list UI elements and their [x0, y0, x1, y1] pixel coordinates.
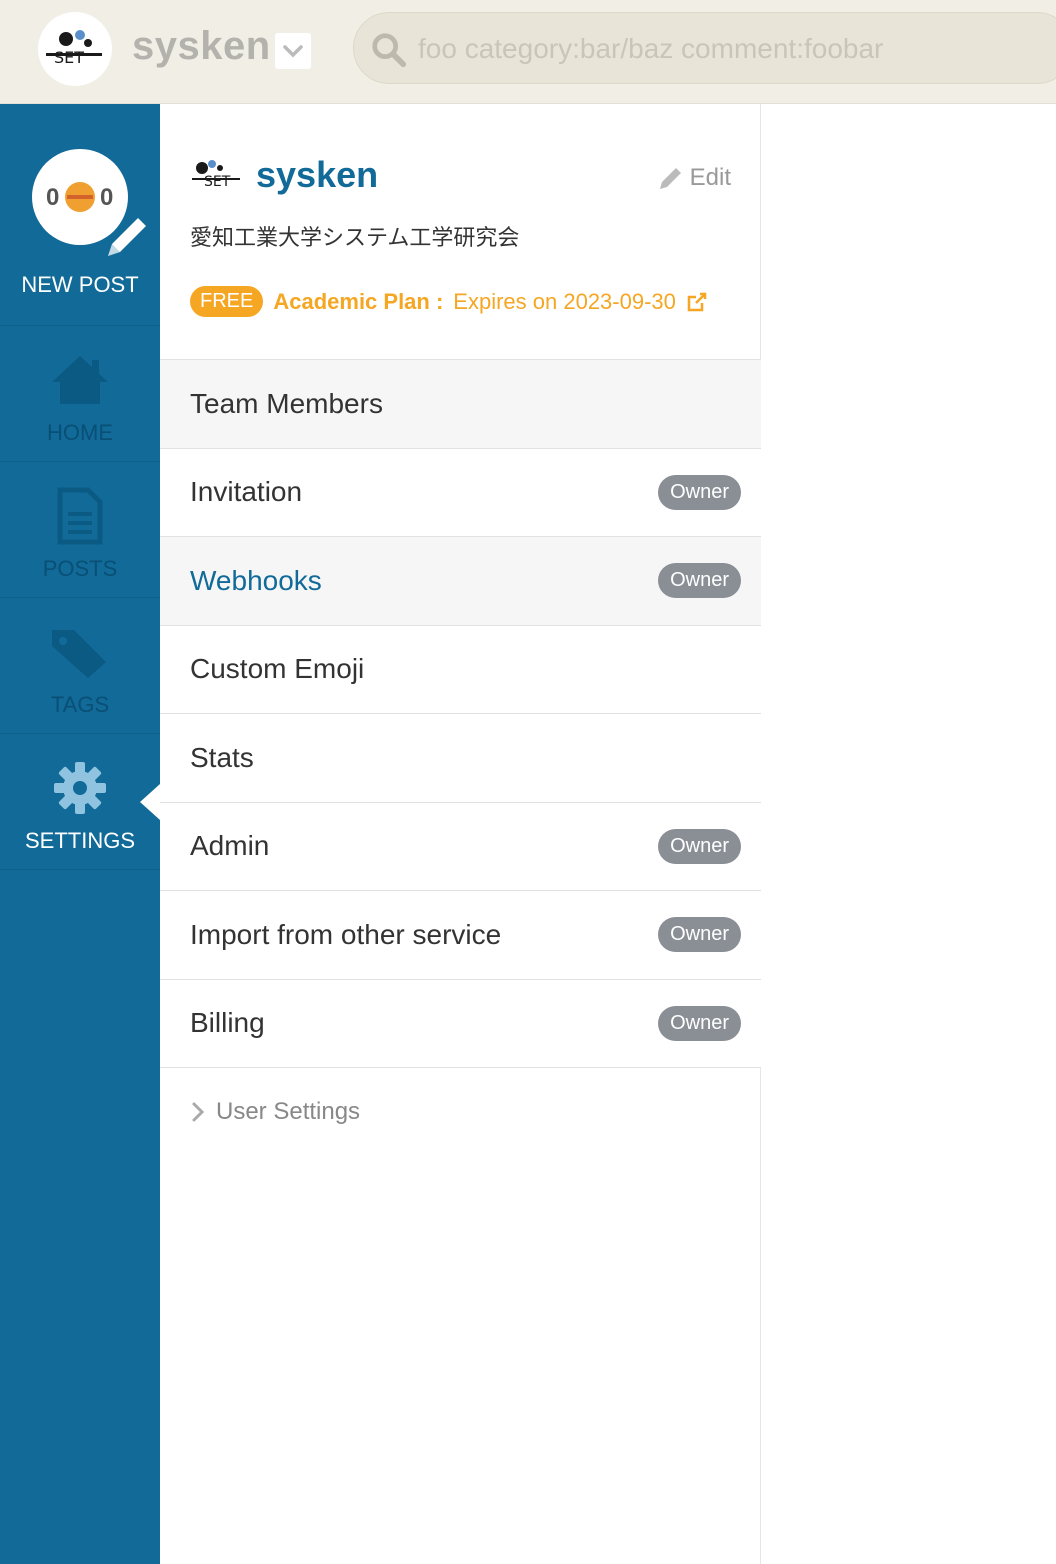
- search-input[interactable]: [418, 27, 1038, 71]
- home-icon: [46, 350, 114, 410]
- nav-home[interactable]: HOME: [0, 326, 160, 462]
- menu-team-members[interactable]: Team Members: [160, 360, 761, 449]
- owner-badge: Owner: [658, 563, 741, 598]
- nav-settings-label: SETTINGS: [24, 828, 135, 853]
- menu-stats[interactable]: Stats: [160, 714, 761, 803]
- nav-posts[interactable]: POSTS: [0, 462, 160, 598]
- gear-icon: [46, 758, 114, 818]
- plan-expiry: Expires on 2023-09-30: [453, 288, 676, 314]
- menu-item-label: Stats: [190, 741, 254, 773]
- menu-item-label: Custom Emoji: [190, 653, 365, 685]
- team-logo[interactable]: SET: [38, 12, 112, 86]
- pencil-icon: [108, 218, 146, 256]
- menu-billing[interactable]: Billing Owner: [160, 979, 761, 1068]
- owner-badge: Owner: [658, 1005, 741, 1041]
- team-logo-icon: SET: [46, 30, 102, 67]
- team-info: SET sysken Edit 愛知工業大学システム工学研究会 FREE Aca…: [160, 104, 761, 360]
- search-bar: [353, 12, 1056, 84]
- new-post-button[interactable]: 0 0 NEW POST: [0, 104, 160, 326]
- user-settings-label: User Settings: [216, 1098, 361, 1125]
- new-post-label: NEW POST: [21, 272, 139, 297]
- pencil-icon: [659, 168, 681, 189]
- user-settings-link[interactable]: User Settings: [190, 1098, 360, 1126]
- menu-admin[interactable]: Admin Owner: [160, 802, 761, 891]
- menu-item-label: Billing: [190, 1007, 265, 1039]
- svg-text:0: 0: [100, 184, 113, 211]
- menu-item-label: Team Members: [190, 387, 383, 419]
- nav-tags[interactable]: TAGS: [0, 598, 160, 734]
- top-bar: SET sysken: [0, 0, 1056, 104]
- nav-tags-label: TAGS: [50, 692, 110, 717]
- owner-badge: Owner: [658, 917, 741, 952]
- document-icon: [46, 486, 114, 546]
- plan-badge: FREE: [190, 286, 264, 317]
- svg-text:SET: SET: [204, 174, 231, 190]
- owner-badge: Owner: [658, 474, 741, 510]
- team-info-logo: SET: [190, 154, 246, 194]
- owner-badge: Owner: [658, 828, 741, 864]
- tag-icon: [46, 622, 114, 682]
- edit-label: Edit: [689, 164, 731, 191]
- nav-settings[interactable]: SETTINGS: [0, 734, 160, 870]
- menu-import[interactable]: Import from other service Owner: [160, 891, 761, 980]
- search-icon[interactable]: [370, 31, 408, 69]
- plan-info[interactable]: FREE Academic Plan : Expires on 2023-09-…: [190, 286, 708, 317]
- menu-item-label: Webhooks: [190, 564, 322, 596]
- chevron-down-icon: [283, 45, 303, 58]
- menu-item-label: Invitation: [190, 476, 303, 508]
- edit-team-button[interactable]: Edit: [658, 164, 731, 192]
- team-name[interactable]: sysken: [132, 24, 271, 69]
- plan-name: Academic Plan :: [273, 288, 444, 314]
- menu-item-label: Import from other service: [190, 918, 502, 950]
- nav-home-label: HOME: [47, 420, 113, 445]
- chevron-right-icon: [192, 1102, 205, 1122]
- menu-invitation[interactable]: Invitation Owner: [160, 448, 761, 537]
- settings-panel: SET sysken Edit 愛知工業大学システム工学研究会 FREE Aca…: [160, 104, 761, 1564]
- team-dropdown-button[interactable]: [275, 33, 311, 69]
- svg-text:SET: SET: [54, 48, 84, 67]
- menu-custom-emoji[interactable]: Custom Emoji: [160, 625, 761, 714]
- settings-menu: Team Members Invitation Owner Webhooks O…: [160, 360, 761, 1068]
- active-indicator: [140, 784, 160, 820]
- menu-webhooks[interactable]: Webhooks Owner: [160, 537, 761, 626]
- team-title: sysken: [256, 154, 379, 195]
- sidebar: 0 0 NEW POST HOME POSTS TAGS SETTINGS: [0, 104, 160, 1564]
- menu-item-label: Admin: [190, 830, 270, 862]
- external-link-icon: [687, 292, 707, 311]
- svg-text:0: 0: [46, 184, 59, 211]
- nav-posts-label: POSTS: [42, 556, 118, 581]
- team-description: 愛知工業大学システム工学研究会: [190, 225, 520, 250]
